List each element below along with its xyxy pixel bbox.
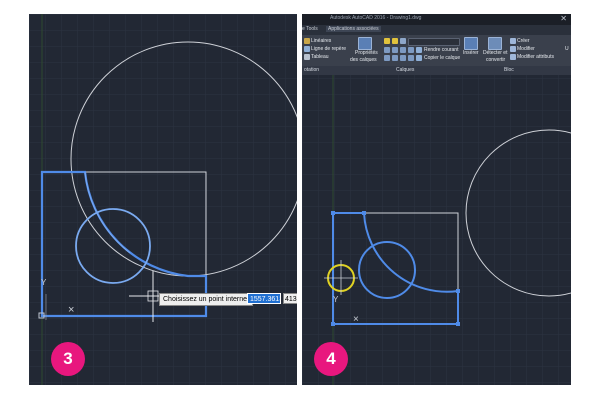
- ribbon-footer: [302, 66, 571, 75]
- ribbon-modifier-attributs[interactable]: Modifier attributs: [517, 54, 554, 60]
- step-badge: 4: [314, 342, 348, 376]
- drawing-canvas[interactable]: [29, 14, 297, 385]
- grip-top-left[interactable]: [331, 211, 335, 215]
- ucs-x-icon: ×: [353, 314, 359, 325]
- ucs-y-label: Y: [333, 295, 339, 304]
- ribbon-proprietes[interactable]: Propriétés: [355, 50, 378, 56]
- coordinate-y-input[interactable]: 413.1: [283, 293, 297, 304]
- copy-layer-icon: [416, 55, 422, 61]
- ribbon-edge-label: U: [565, 46, 569, 52]
- grid: [29, 14, 297, 385]
- command-prompt-tooltip: Choisissez un point interne:: [159, 293, 253, 306]
- layer-tool-icon[interactable]: [384, 55, 390, 61]
- ribbon-convertir[interactable]: convertir: [486, 57, 505, 63]
- layer-lock-icon[interactable]: [400, 38, 406, 44]
- linear-dimension-icon: [304, 38, 310, 44]
- layer-tool-icon[interactable]: [392, 55, 398, 61]
- ribbon-creer[interactable]: Créer: [517, 38, 530, 44]
- group-annotation-label[interactable]: otation: [304, 67, 319, 73]
- ribbon-inserer[interactable]: Insérer: [463, 50, 479, 56]
- detect-convert-icon: [488, 37, 502, 50]
- ribbon-ligne-repere[interactable]: Ligne de repère: [311, 46, 346, 52]
- layer-tool-icon[interactable]: [392, 47, 398, 53]
- edit-block-icon: [510, 46, 516, 52]
- ribbon-rendre-courant[interactable]: Rendre courant: [424, 47, 458, 53]
- ucs-y-label: Y: [41, 278, 47, 287]
- group-calques-label[interactable]: Calques: [396, 67, 414, 73]
- leader-icon: [304, 46, 310, 52]
- tab-tools[interactable]: e Tools: [302, 26, 318, 32]
- ribbon-lineaires[interactable]: Linéaires: [311, 38, 331, 44]
- drawing-viewport-step-4[interactable]: Autodesk AutoCAD 2016 - Drawing1.dwg ✕ e…: [302, 14, 571, 385]
- layer-tool-icon[interactable]: [400, 55, 406, 61]
- ribbon-des-calques[interactable]: des calques: [350, 57, 377, 63]
- ribbon-copier-calque[interactable]: Copier le calque: [424, 55, 460, 61]
- group-bloc-label[interactable]: Bloc: [504, 67, 514, 73]
- layer-tool-icon[interactable]: [384, 47, 390, 53]
- tab-applications[interactable]: Applications associées: [326, 26, 381, 32]
- layer-tool-icon[interactable]: [400, 47, 406, 53]
- ribbon-modifier[interactable]: Modifier: [517, 46, 535, 52]
- grip-bottom-right[interactable]: [456, 322, 460, 326]
- ucs-x-icon: ×: [68, 304, 75, 316]
- coordinate-x-input[interactable]: 1557.3613: [247, 293, 281, 304]
- layer-on-icon[interactable]: [384, 38, 390, 44]
- grip-arc-start[interactable]: [362, 211, 366, 215]
- layer-dropdown[interactable]: [408, 38, 460, 46]
- insert-block-icon: [464, 37, 478, 50]
- layer-properties-icon: [358, 37, 372, 50]
- title-bar: Autodesk AutoCAD 2016 - Drawing1.dwg ✕: [302, 14, 571, 25]
- create-block-icon: [510, 38, 516, 44]
- layer-freeze-icon[interactable]: [392, 38, 398, 44]
- grip-arc-end[interactable]: [456, 289, 460, 293]
- step-badge: 3: [51, 342, 85, 376]
- ribbon-tableau[interactable]: Tableau: [311, 54, 329, 60]
- layer-tool-icon[interactable]: [408, 55, 414, 61]
- edit-attributes-icon: [510, 54, 516, 60]
- close-icon[interactable]: ✕: [560, 14, 567, 23]
- table-icon: [304, 54, 310, 60]
- make-current-icon: [416, 47, 422, 53]
- drawing-viewport-step-3[interactable]: Y × Choisissez un point interne: 1557.36…: [29, 14, 297, 385]
- ribbon-detecter[interactable]: Détecter et: [483, 50, 507, 56]
- grip-bottom-left[interactable]: [331, 322, 335, 326]
- layer-tool-icon[interactable]: [408, 47, 414, 53]
- ribbon-tabs: e Tools Applications associées: [302, 25, 571, 43]
- window-title: Autodesk AutoCAD 2016 - Drawing1.dwg: [330, 15, 422, 21]
